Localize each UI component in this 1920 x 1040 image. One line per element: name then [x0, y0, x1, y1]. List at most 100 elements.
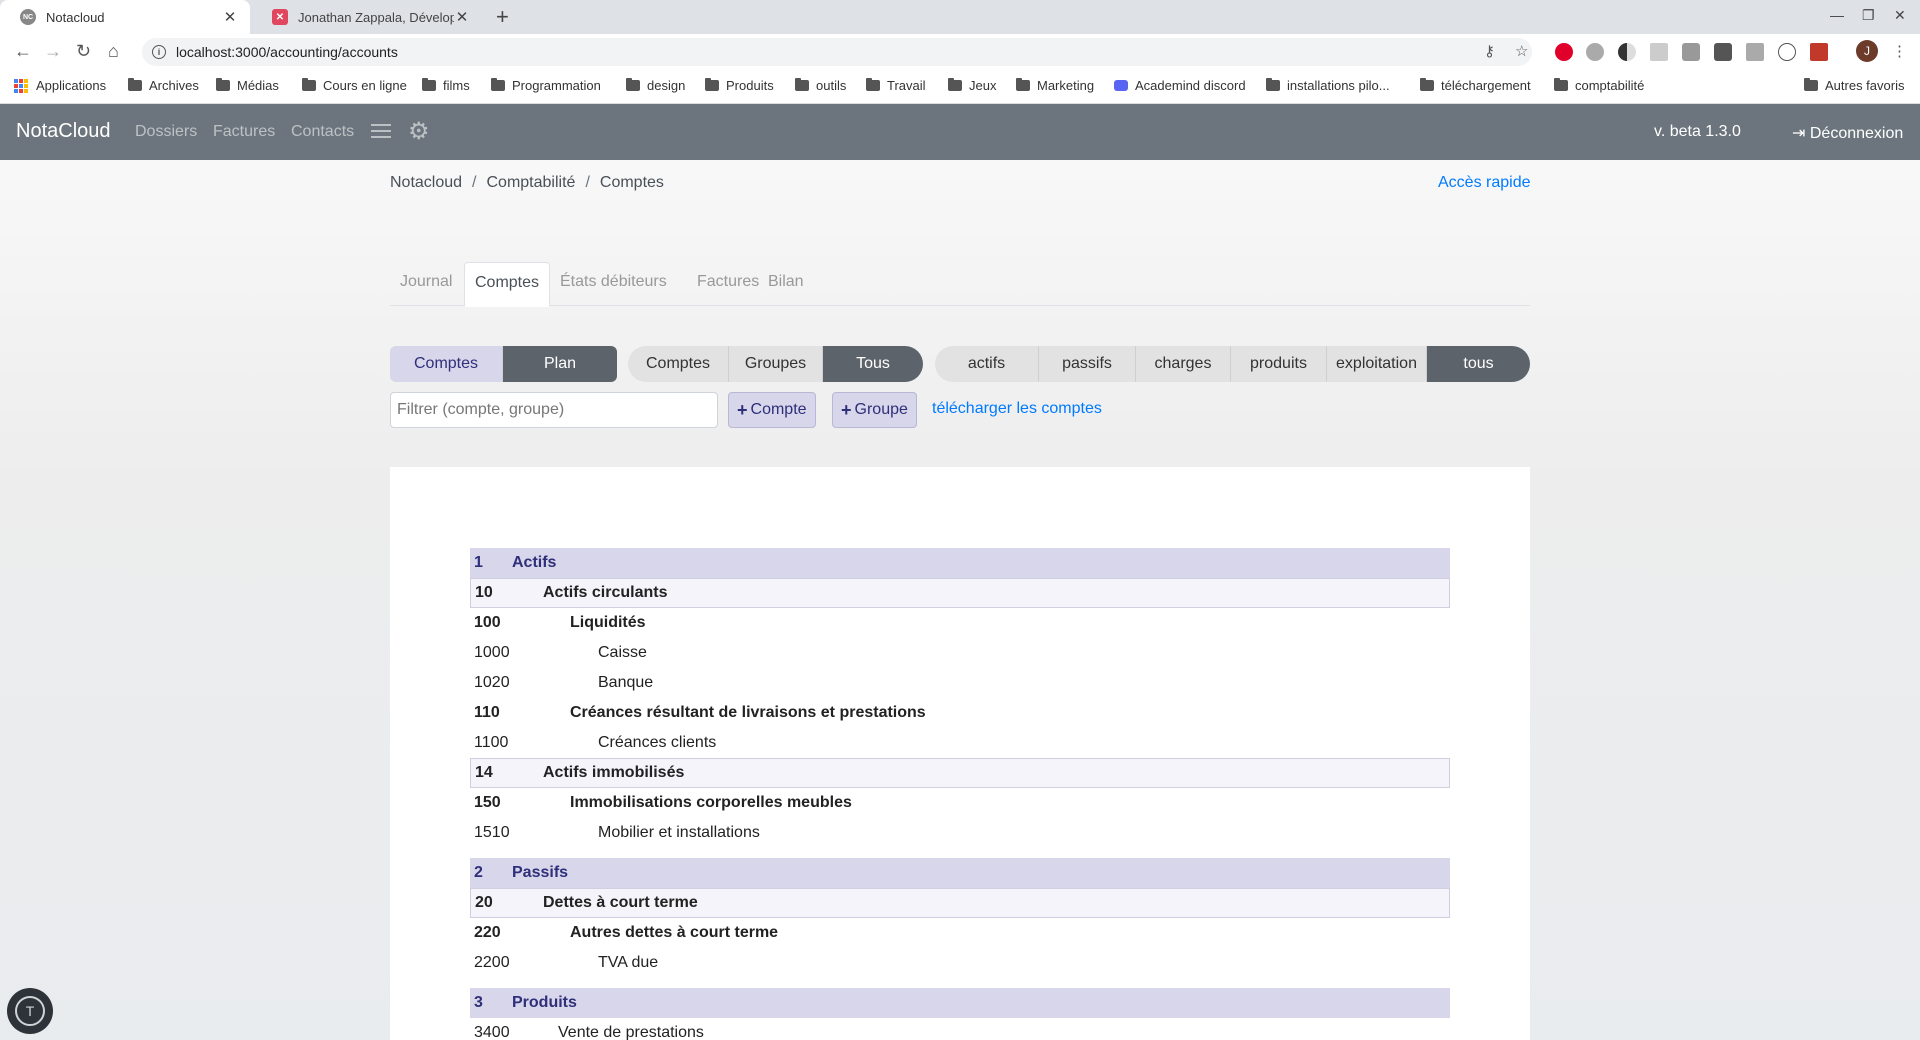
plan-group-row[interactable]: 14 Actifs immobilisés — [470, 758, 1450, 788]
folder-icon — [302, 78, 316, 91]
menu-dots-icon[interactable]: ⋮ — [1892, 42, 1907, 60]
plan-subgroup-row[interactable]: 110 Créances résultant de livraisons et p… — [470, 698, 1450, 728]
category-tous-button[interactable]: tous — [1427, 346, 1530, 382]
bookmark-applications[interactable]: Applications — [14, 78, 106, 93]
close-icon[interactable]: ✕ — [222, 8, 238, 26]
star-icon[interactable]: ☆ — [1515, 42, 1528, 60]
tab-etats-debiteurs[interactable]: États débiteurs — [550, 262, 677, 306]
plan-account-row[interactable]: 1100 Créances clients — [470, 728, 1450, 758]
help-chat-button[interactable]: T — [7, 988, 53, 1034]
tasks-list-icon[interactable] — [371, 122, 391, 140]
plan-subgroup-row[interactable]: 150 Immobilisations corporelles meubles — [470, 788, 1450, 818]
extension-icon[interactable] — [1714, 43, 1732, 61]
type-groupes-button[interactable]: Groupes — [729, 346, 823, 382]
profile-avatar[interactable]: J — [1856, 40, 1878, 62]
tab-bilan[interactable]: Bilan — [758, 262, 814, 306]
breadcrumb-item-notacloud[interactable]: Notacloud — [390, 174, 462, 192]
plan-account-row[interactable]: 1020 Banque — [470, 668, 1450, 698]
filter-input[interactable] — [390, 392, 718, 428]
reload-icon[interactable]: ↻ — [76, 41, 91, 61]
plan-account-row[interactable]: 1510 Mobilier et installations — [470, 818, 1450, 848]
plan-subgroup-row[interactable]: 100 Liquidités — [470, 608, 1450, 638]
view-plan-button[interactable]: Plan — [503, 346, 617, 382]
breadcrumb-item-comptabilite[interactable]: Comptabilité — [487, 174, 576, 192]
logout-button[interactable]: ⇥ Déconnexion — [1792, 123, 1903, 143]
nav-link-dossiers[interactable]: Dossiers — [135, 123, 197, 141]
new-tab-button[interactable]: + — [496, 5, 509, 29]
bookmark-folder[interactable]: Programmation — [491, 78, 601, 93]
brand-logo[interactable]: NotaCloud — [16, 120, 111, 143]
bookmark-folder[interactable]: Travail — [866, 78, 926, 93]
close-window-icon[interactable]: ✕ — [1894, 7, 1906, 24]
key-icon[interactable]: ⚷ — [1484, 42, 1495, 60]
bookmark-folder[interactable]: design — [626, 78, 685, 93]
tab-factures[interactable]: Factures — [687, 262, 769, 306]
nav-link-factures[interactable]: Factures — [213, 123, 275, 141]
plan-class-row[interactable]: 3 Produits — [470, 988, 1450, 1018]
forward-icon[interactable]: → — [44, 41, 62, 61]
category-passifs-button[interactable]: passifs — [1039, 346, 1136, 382]
type-tous-button[interactable]: Tous — [823, 346, 923, 382]
account-number: 10 — [475, 584, 493, 601]
translate-extension-icon[interactable] — [1778, 43, 1796, 61]
bookmark-folder[interactable]: Cours en ligne — [302, 78, 407, 93]
plan-account-row[interactable]: 1000 Caisse — [470, 638, 1450, 668]
account-number: 100 — [474, 614, 501, 631]
close-icon[interactable]: ✕ — [454, 8, 470, 26]
dark-mode-extension-icon[interactable] — [1618, 43, 1636, 61]
add-account-button[interactable]: + Compte — [728, 392, 816, 428]
back-icon[interactable]: ← — [14, 41, 32, 61]
category-charges-button[interactable]: charges — [1136, 346, 1231, 382]
bookmark-label: films — [443, 78, 470, 93]
plan-account-row[interactable]: 3400 Vente de prestations — [470, 1018, 1450, 1040]
bookmark-folder[interactable]: installations pilo... — [1266, 78, 1390, 93]
bookmark-folder[interactable]: films — [422, 78, 470, 93]
bookmarks-bar: Applications Archives Médias Cours en li… — [0, 70, 1920, 104]
plan-subgroup-row[interactable]: 220 Autres dettes à court terme — [470, 918, 1450, 948]
plan-group-row[interactable]: 20 Dettes à court terme — [470, 888, 1450, 918]
account-number: 3400 — [474, 1024, 510, 1040]
extension-icon[interactable] — [1810, 43, 1828, 61]
account-number: 220 — [474, 924, 501, 941]
bookmark-folder[interactable]: téléchargement — [1420, 78, 1531, 93]
bookmark-folder[interactable]: Jeux — [948, 78, 996, 93]
tab-journal[interactable]: Journal — [390, 262, 462, 306]
account-label: Actifs immobilisés — [543, 764, 685, 781]
bookmark-folder[interactable]: comptabilité — [1554, 78, 1644, 93]
extension-icon[interactable] — [1650, 43, 1668, 61]
minimize-icon[interactable]: — — [1830, 7, 1844, 23]
category-exploitation-button[interactable]: exploitation — [1327, 346, 1427, 382]
address-bar[interactable]: i localhost:3000/accounting/accounts — [142, 38, 1532, 66]
category-actifs-button[interactable]: actifs — [935, 346, 1039, 382]
plan-group-row[interactable]: 10 Actifs circulants — [470, 578, 1450, 608]
plan-class-row[interactable]: 2 Passifs — [470, 858, 1450, 888]
bookmark-folder[interactable]: outils — [795, 78, 846, 93]
account-number: 20 — [475, 894, 493, 911]
browser-tab-jonathan[interactable]: ✕ Jonathan Zappala, Développe ✕ — [252, 0, 482, 34]
browser-tab-notacloud[interactable]: NC Notacloud ✕ — [0, 0, 250, 34]
maximize-icon[interactable]: ❐ — [1862, 7, 1875, 24]
bookmark-folder[interactable]: Archives — [128, 78, 199, 93]
bookmark-folder[interactable]: Médias — [216, 78, 279, 93]
quick-access-link[interactable]: Accès rapide — [1438, 174, 1531, 192]
extension-icon[interactable] — [1586, 43, 1604, 61]
settings-gears-icon[interactable]: ⚙ — [408, 117, 430, 146]
download-extension-icon[interactable] — [1746, 43, 1764, 61]
plan-class-row[interactable]: 1 Actifs — [470, 548, 1450, 578]
download-accounts-link[interactable]: télécharger les comptes — [932, 400, 1102, 418]
plan-account-row[interactable]: 2200 TVA due — [470, 948, 1450, 978]
info-icon[interactable]: i — [152, 45, 166, 59]
bookmark-other-favorites[interactable]: Autres favoris — [1804, 78, 1904, 93]
bookmark-folder[interactable]: Marketing — [1016, 78, 1094, 93]
category-produits-button[interactable]: produits — [1231, 346, 1327, 382]
home-icon[interactable]: ⌂ — [108, 41, 119, 61]
bookmark-folder[interactable]: Produits — [705, 78, 774, 93]
nav-link-contacts[interactable]: Contacts — [291, 123, 354, 141]
bookmark-discord[interactable]: Academind discord — [1114, 78, 1246, 93]
view-comptes-button[interactable]: Comptes — [390, 346, 503, 382]
type-comptes-button[interactable]: Comptes — [628, 346, 729, 382]
tab-comptes[interactable]: Comptes — [464, 262, 551, 307]
add-group-button[interactable]: + Groupe — [832, 392, 917, 428]
camera-extension-icon[interactable] — [1682, 43, 1700, 61]
opera-extension-icon[interactable] — [1555, 43, 1573, 61]
